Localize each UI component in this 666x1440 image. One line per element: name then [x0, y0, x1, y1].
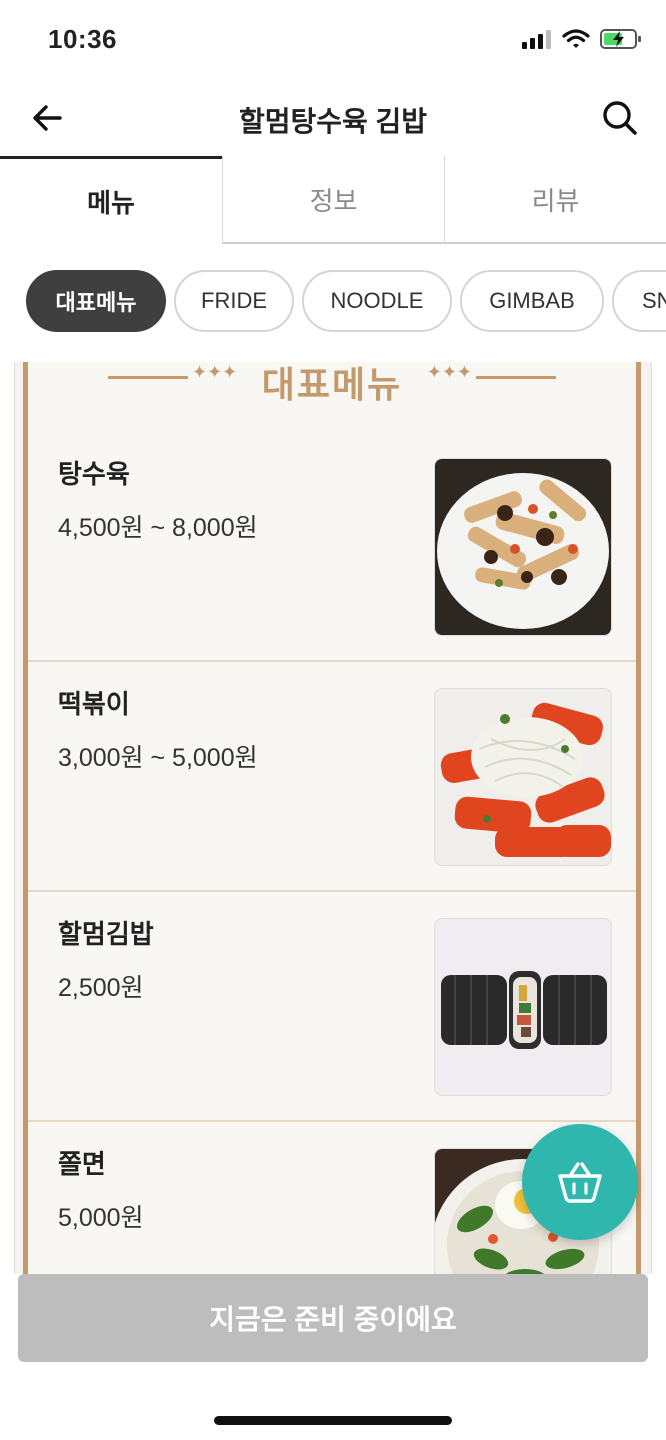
- status-icons: [522, 28, 642, 50]
- section-title: 대표메뉴: [261, 364, 403, 405]
- tteokbokki-photo: [435, 689, 611, 865]
- app-header: 할멈탕수육 김밥: [0, 80, 666, 158]
- menu-item-price: 2,500원: [58, 974, 144, 1002]
- menu-item-price: 4,500원 ~ 8,000원: [58, 514, 258, 542]
- home-indicator: [214, 1416, 452, 1425]
- chip-noodle[interactable]: NOODLE: [302, 270, 452, 332]
- order-button[interactable]: 지금은 준비 중이에요: [18, 1274, 648, 1362]
- basket-icon: [558, 1162, 602, 1203]
- tab-reviews[interactable]: 리뷰: [444, 156, 666, 244]
- menu-item-name: 탕수육: [58, 459, 130, 489]
- search-button[interactable]: [598, 96, 642, 140]
- battery-charging-icon: [600, 29, 641, 49]
- chip-snack[interactable]: SNACK: [612, 270, 666, 332]
- chip-signature[interactable]: 대표메뉴: [26, 270, 166, 332]
- signal-icon: [522, 30, 551, 49]
- menu-item-photo: [434, 458, 612, 636]
- menu-item-price: 3,000원 ~ 5,000원: [58, 744, 258, 772]
- menu-item-name: 쫄면: [58, 1149, 106, 1179]
- menu-item[interactable]: 탕수육 4,500원 ~ 8,000원: [28, 430, 636, 662]
- page-title: 할멈탕수육 김밥: [238, 106, 428, 137]
- search-icon: [603, 101, 637, 135]
- menu-item[interactable]: 떡볶이 3,000원 ~ 5,000원: [28, 660, 636, 892]
- tangsuyuk-photo: [435, 459, 611, 635]
- status-bar: 10:36: [0, 0, 666, 80]
- menu-item-price: 5,000원: [58, 1204, 144, 1232]
- status-time: 10:36: [48, 24, 117, 54]
- title-ornament-dots-right: ✦✦✦: [426, 362, 472, 382]
- tab-bar: 메뉴 정보 리뷰: [0, 156, 666, 244]
- tab-info[interactable]: 정보: [222, 156, 444, 244]
- category-chips: 대표메뉴 FRIDE NOODLE GIMBAB SNACK: [0, 270, 666, 336]
- tab-menu[interactable]: 메뉴: [0, 156, 222, 244]
- gimbap-photo: [435, 919, 611, 1095]
- menu-item[interactable]: 할멈김밥 2,500원: [28, 890, 636, 1122]
- menu-item-name: 할멈김밥: [58, 919, 154, 949]
- menu-item-photo: [434, 918, 612, 1096]
- wifi-icon: [562, 29, 590, 48]
- title-ornament-right: [476, 376, 556, 379]
- menu-item-photo: [434, 688, 612, 866]
- menu-item-name: 떡볶이: [58, 689, 130, 719]
- chip-fride[interactable]: FRIDE: [174, 270, 294, 332]
- cart-button[interactable]: [522, 1124, 638, 1240]
- chip-gimbab[interactable]: GIMBAB: [460, 270, 604, 332]
